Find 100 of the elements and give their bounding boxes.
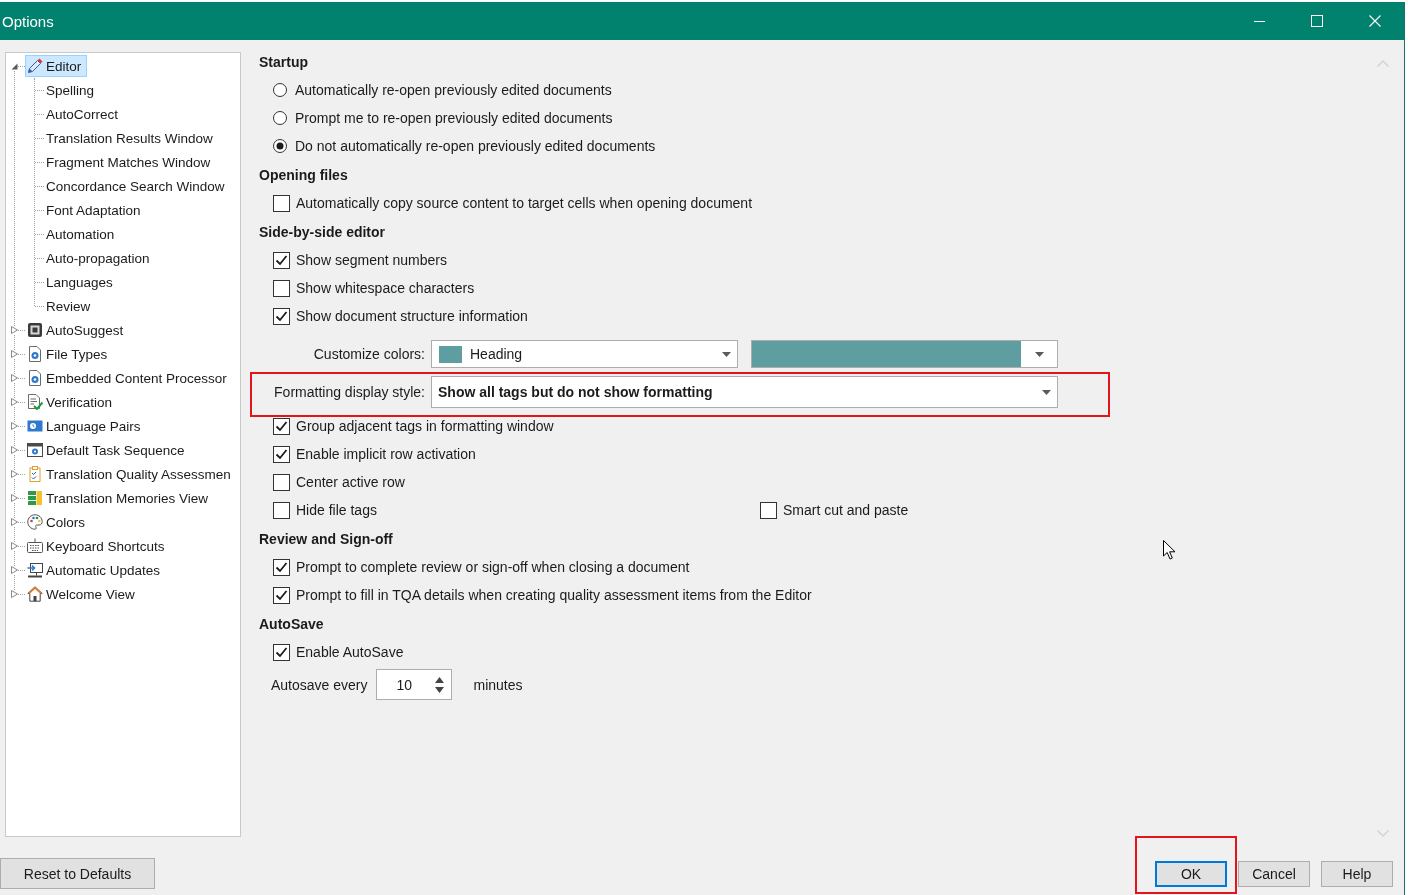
checkbox[interactable] — [273, 501, 290, 519]
clipboard-icon — [27, 466, 43, 482]
color-dropdown[interactable] — [751, 340, 1058, 368]
caret-icon[interactable] — [11, 62, 18, 70]
dialog-button[interactable]: Cancel — [1238, 861, 1310, 887]
tree-item[interactable]: Automatic Updates — [25, 559, 167, 581]
radio-button[interactable] — [273, 111, 287, 125]
checkbox[interactable] — [273, 251, 290, 269]
checkbox[interactable] — [273, 558, 290, 576]
checkbox-label: Show whitespace characters — [296, 280, 475, 296]
close-icon — [1369, 15, 1381, 27]
checkbox[interactable] — [273, 307, 290, 325]
caret-icon[interactable] — [11, 326, 18, 334]
checkbox[interactable] — [273, 473, 290, 491]
field-label: Autosave every — [271, 676, 368, 693]
checkbox-label: Center active row — [296, 474, 405, 490]
checkbox-label: Automatically copy source content to target cells when opening document — [296, 195, 753, 211]
keyboard-icon — [27, 538, 43, 554]
tree-item[interactable]: File Types — [25, 343, 114, 365]
dropdown-caret-icon[interactable] — [1042, 389, 1051, 395]
tree-item[interactable]: Spelling — [44, 79, 101, 101]
checkbox[interactable] — [273, 194, 290, 212]
caret-icon[interactable] — [11, 374, 18, 382]
tree-item[interactable]: Font Adaptation — [44, 199, 147, 221]
checkbox[interactable] — [273, 279, 290, 297]
field-label: Formatting display style: — [273, 384, 425, 400]
dialog-button[interactable]: OK — [1155, 861, 1227, 887]
checkbox-label: Group adjacent tags in formatting window — [296, 418, 554, 434]
spin-box[interactable]: 10 — [375, 669, 452, 700]
tree-item[interactable]: Colors — [25, 511, 91, 533]
radio-button[interactable] — [273, 139, 287, 153]
tree-item[interactable]: Editor — [25, 55, 88, 77]
caret-icon[interactable] — [11, 422, 18, 430]
square-tile-icon — [27, 322, 43, 338]
house-icon — [27, 586, 43, 602]
tree-item[interactable]: Language Pairs — [25, 415, 147, 437]
dialog-button[interactable]: Help — [1321, 861, 1393, 887]
tree-item[interactable]: Translation Quality Assessmen — [25, 463, 237, 485]
tree-item[interactable]: Review — [44, 295, 97, 317]
radio-button[interactable] — [273, 83, 287, 97]
checkbox[interactable] — [273, 417, 290, 435]
checkbox[interactable] — [273, 643, 290, 661]
spin-arrows-icon[interactable] — [434, 676, 444, 693]
tree-item[interactable]: Translation Memories View — [25, 487, 215, 509]
checkbox-label: Prompt to complete review or sign-off when closing a document — [296, 559, 690, 575]
caret-icon[interactable] — [11, 566, 18, 574]
tree-item[interactable]: AutoSuggest — [25, 319, 130, 341]
dropdown-caret-icon[interactable] — [722, 351, 731, 357]
mouse-pointer-icon — [1163, 540, 1176, 560]
section-title: Opening files — [259, 166, 348, 185]
tree-item[interactable]: Default Task Sequence — [25, 439, 191, 461]
checkbox[interactable] — [273, 445, 290, 463]
dialog-button[interactable]: Reset to Defaults — [0, 858, 155, 889]
checkbox-label: Enable AutoSave — [296, 644, 404, 660]
card-icon — [27, 418, 43, 434]
checkbox-label: Prompt to fill in TQA details when creating quality assessment items from the Editor — [296, 587, 812, 603]
radio-label: Prompt me to re-open previously edited documents — [295, 110, 613, 126]
checkbox[interactable] — [760, 501, 777, 519]
caret-icon[interactable] — [11, 542, 18, 550]
tree-item[interactable]: Automation — [44, 223, 121, 245]
document-gear-icon — [27, 370, 43, 386]
caret-icon[interactable] — [11, 518, 18, 526]
tree-item[interactable]: Translation Results Window — [44, 127, 219, 149]
checkbox-label: Smart cut and paste — [783, 502, 909, 518]
dropdown[interactable]: Heading — [431, 340, 738, 368]
section-title: Startup — [259, 53, 308, 72]
dropdown-caret-icon[interactable] — [1034, 351, 1044, 357]
field-label: Customize colors: — [312, 346, 425, 362]
unit-label: minutes — [473, 676, 523, 693]
caret-icon[interactable] — [11, 470, 18, 478]
checkbox[interactable] — [273, 586, 290, 604]
checkbox-label: Hide file tags — [296, 502, 377, 518]
dropdown[interactable]: Show all tags but do not show formatting — [431, 376, 1058, 408]
minimize-icon — [1253, 20, 1265, 22]
tree-item[interactable]: AutoCorrect — [44, 103, 125, 125]
radio-label: Do not automatically re-open previously edited documents — [295, 138, 656, 154]
document-gear-icon — [27, 346, 43, 362]
tree-item[interactable]: Concordance Search Window — [44, 175, 231, 197]
caret-icon[interactable] — [11, 590, 18, 598]
palette-icon — [27, 514, 43, 530]
section-title: Side-by-side editor — [259, 223, 386, 242]
checkbox-label: Show segment numbers — [296, 252, 447, 268]
tree-item[interactable]: Embedded Content Processor — [25, 367, 233, 389]
caret-icon[interactable] — [11, 446, 18, 454]
maximize-icon — [1311, 15, 1323, 27]
checkbox-label: Show document structure information — [296, 308, 528, 324]
document-check-icon — [27, 394, 43, 410]
bar-stack-icon — [27, 490, 43, 506]
tree-item[interactable]: Welcome View — [25, 583, 141, 605]
tree-item[interactable]: Fragment Matches Window — [44, 151, 217, 173]
caret-icon[interactable] — [11, 494, 18, 502]
radio-label: Automatically re-open previously edited documents — [295, 82, 612, 98]
tree-item[interactable]: Languages — [44, 271, 119, 293]
window-title: Options — [1, 12, 55, 30]
caret-icon[interactable] — [11, 350, 18, 358]
caret-icon[interactable] — [11, 398, 18, 406]
section-title: AutoSave — [259, 615, 324, 634]
tree-item[interactable]: Keyboard Shortcuts — [25, 535, 171, 557]
tree-item[interactable]: Verification — [25, 391, 119, 413]
tree-item[interactable]: Auto-propagation — [44, 247, 156, 269]
